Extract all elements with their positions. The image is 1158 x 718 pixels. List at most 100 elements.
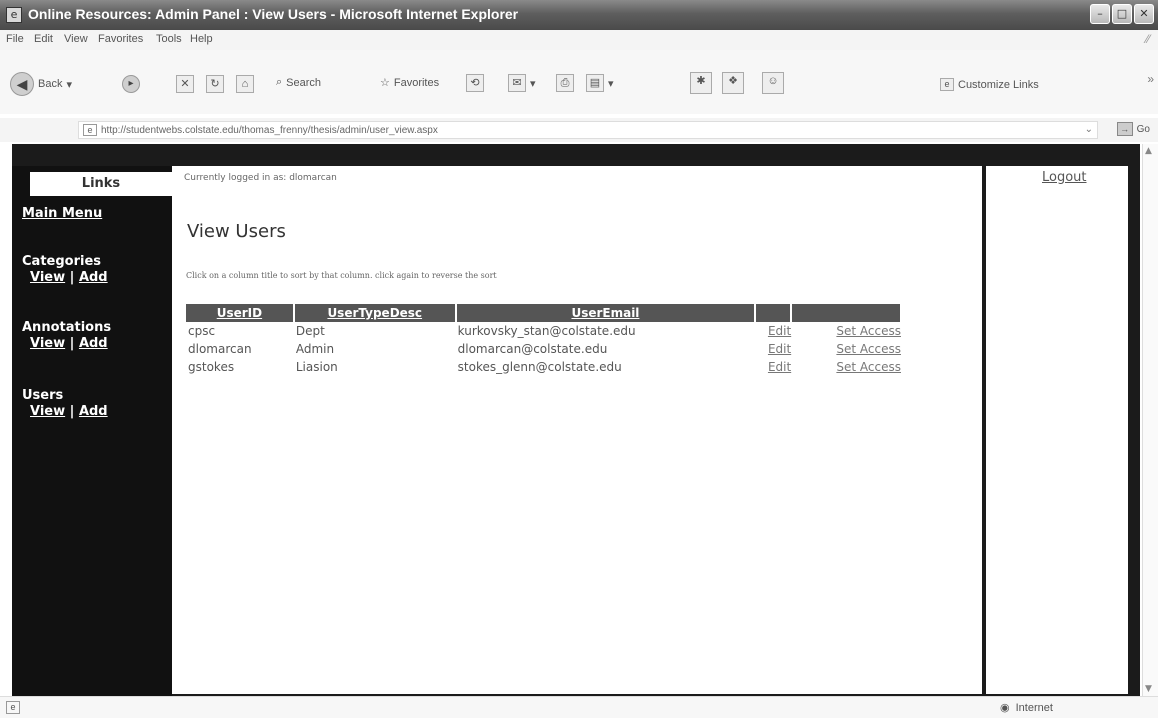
cell-userid: gstokes <box>188 360 235 374</box>
print-button[interactable]: ⎙ <box>556 74 574 92</box>
separator: | <box>65 404 79 419</box>
go-label: Go <box>1136 123 1150 135</box>
page-title: View Users <box>187 221 286 242</box>
cell-email: dlomarcan@colstate.edu <box>457 342 608 356</box>
table-row: dlomarcan Admin dlomarcan@colstate.edu E… <box>186 340 901 358</box>
cell-email: kurkovsky_stan@colstate.edu <box>457 324 636 338</box>
column-header-useremail[interactable]: UserEmail <box>455 304 757 322</box>
research-button[interactable]: ❖ <box>722 72 744 94</box>
categories-add-link[interactable]: Add <box>79 270 108 285</box>
menu-tools[interactable]: Tools <box>156 33 182 45</box>
title-bar: e Online Resources: Admin Panel : View U… <box>0 0 1158 30</box>
separator: | <box>65 336 79 351</box>
menu-edit[interactable]: Edit <box>34 33 53 45</box>
logged-in-status: Currently logged in as: dlomarcan <box>184 173 337 183</box>
messenger-button[interactable]: ✱ <box>690 72 712 94</box>
security-zone: ◉ Internet <box>1000 701 1053 715</box>
address-bar: e http://studentwebs.colstate.edu/thomas… <box>0 118 1158 142</box>
go-arrow-icon: → <box>1116 122 1133 136</box>
maximize-icon[interactable]: □ <box>1112 4 1132 24</box>
favorites-button[interactable]: ☆ Favorites <box>380 76 440 90</box>
cell-usertype: Dept <box>295 324 325 338</box>
logout-link[interactable]: Logout <box>1042 170 1087 185</box>
categories-view-link[interactable]: View <box>30 270 65 285</box>
buddy-button[interactable]: ☺ <box>762 72 784 94</box>
windows-logo-icon: ⁄⁄ <box>1145 32 1150 46</box>
main-content: Currently logged in as: dlomarcan View U… <box>172 166 982 694</box>
stop-button[interactable]: ✕ <box>176 75 194 93</box>
users-table: UserID UserTypeDesc UserEmail cpsc Dept … <box>186 304 902 376</box>
sidebar: Links Main Menu Categories View | Add An… <box>12 166 172 696</box>
window-title: Online Resources: Admin Panel : View Use… <box>28 6 519 22</box>
cell-usertype: Admin <box>295 342 335 356</box>
annotations-view-link[interactable]: View <box>30 336 65 351</box>
menu-help[interactable]: Help <box>190 33 213 45</box>
column-header-access <box>791 304 902 322</box>
edit-link[interactable]: Edit <box>755 358 791 376</box>
menu-bar: File Edit View Favorites Tools Help ⁄⁄ <box>0 30 1158 50</box>
minimize-icon[interactable]: – <box>1090 4 1110 24</box>
column-header-userid[interactable]: UserID <box>186 304 295 322</box>
history-button[interactable]: ⟲ <box>466 74 484 92</box>
edit-link[interactable]: Edit <box>755 340 791 358</box>
status-bar: e ◉ Internet <box>0 696 1158 718</box>
home-button[interactable]: ⌂ <box>236 75 254 93</box>
scroll-down-icon[interactable]: ▼ <box>1145 684 1152 694</box>
cell-userid: cpsc <box>188 324 216 338</box>
cell-email: stokes_glenn@colstate.edu <box>457 360 622 374</box>
categories-title: Categories <box>22 254 102 269</box>
edit-dropdown-icon: ▾ <box>608 77 614 90</box>
column-header-usertypedesc[interactable]: UserTypeDesc <box>293 304 457 322</box>
address-input[interactable]: e http://studentwebs.colstate.edu/thomas… <box>78 121 1098 139</box>
menu-view[interactable]: View <box>64 33 88 45</box>
vertical-scrollbar[interactable]: ▲ ▼ <box>1142 144 1158 696</box>
menu-favorites[interactable]: Favorites <box>98 33 143 45</box>
customize-links[interactable]: e Customize Links <box>940 78 1039 91</box>
back-button[interactable]: ◀ Back ▾ <box>10 72 72 96</box>
table-header-row: UserID UserTypeDesc UserEmail <box>186 304 902 322</box>
table-row: cpsc Dept kurkovsky_stan@colstate.edu Ed… <box>186 322 901 340</box>
page-status-icon: e <box>6 701 20 714</box>
back-arrow-icon: ◀ <box>10 72 34 96</box>
set-access-link[interactable]: Set Access <box>791 340 901 358</box>
address-url: http://studentwebs.colstate.edu/thomas_f… <box>101 124 438 136</box>
favorites-label: Favorites <box>393 76 440 89</box>
research-icon: ❖ <box>722 72 744 94</box>
mail-button[interactable]: ✉ ▾ <box>508 74 536 92</box>
go-button[interactable]: → Go <box>1116 122 1150 136</box>
edit-page-button[interactable]: ▤ ▾ <box>586 74 614 92</box>
toolbar: ◀ Back ▾ ▸ ✕ ↻ ⌂ ⌕ Search ☆ Favorites ⟲ … <box>0 50 1158 114</box>
users-view-link[interactable]: View <box>30 404 65 419</box>
close-icon[interactable]: ✕ <box>1134 4 1154 24</box>
home-icon: ⌂ <box>236 75 254 93</box>
address-dropdown-icon[interactable]: ⌄ <box>1085 124 1093 135</box>
toolbar-overflow-icon[interactable]: » <box>1147 72 1154 86</box>
users-title: Users <box>22 388 64 403</box>
annotations-title: Annotations <box>22 320 112 335</box>
sort-instructions: Click on a column title to sort by that … <box>186 271 497 280</box>
set-access-link[interactable]: Set Access <box>791 358 901 376</box>
refresh-button[interactable]: ↻ <box>206 75 224 93</box>
cell-usertype: Liasion <box>295 360 338 374</box>
mail-icon: ✉ <box>508 74 526 92</box>
annotations-add-link[interactable]: Add <box>79 336 108 351</box>
edit-link[interactable]: Edit <box>755 322 791 340</box>
mail-dropdown-icon: ▾ <box>530 77 536 90</box>
page-icon: e <box>83 124 97 136</box>
print-icon: ⎙ <box>556 74 574 92</box>
users-add-link[interactable]: Add <box>79 404 108 419</box>
menu-file[interactable]: File <box>6 33 24 45</box>
search-button[interactable]: ⌕ Search <box>276 76 321 89</box>
scroll-up-icon[interactable]: ▲ <box>1145 146 1152 156</box>
zone-label: Internet <box>1015 701 1053 714</box>
favorites-star-icon: ☆ <box>380 77 390 89</box>
forward-button[interactable]: ▸ <box>122 75 140 93</box>
main-menu-link[interactable]: Main Menu <box>22 206 102 221</box>
column-header-edit <box>755 304 793 322</box>
table-row: gstokes Liasion stokes_glenn@colstate.ed… <box>186 358 901 376</box>
customize-links-label: Customize Links <box>958 78 1039 91</box>
users-links: View | Add <box>30 404 108 419</box>
forward-arrow-icon: ▸ <box>122 75 140 93</box>
set-access-link[interactable]: Set Access <box>791 322 901 340</box>
annotations-links: View | Add <box>30 336 108 351</box>
